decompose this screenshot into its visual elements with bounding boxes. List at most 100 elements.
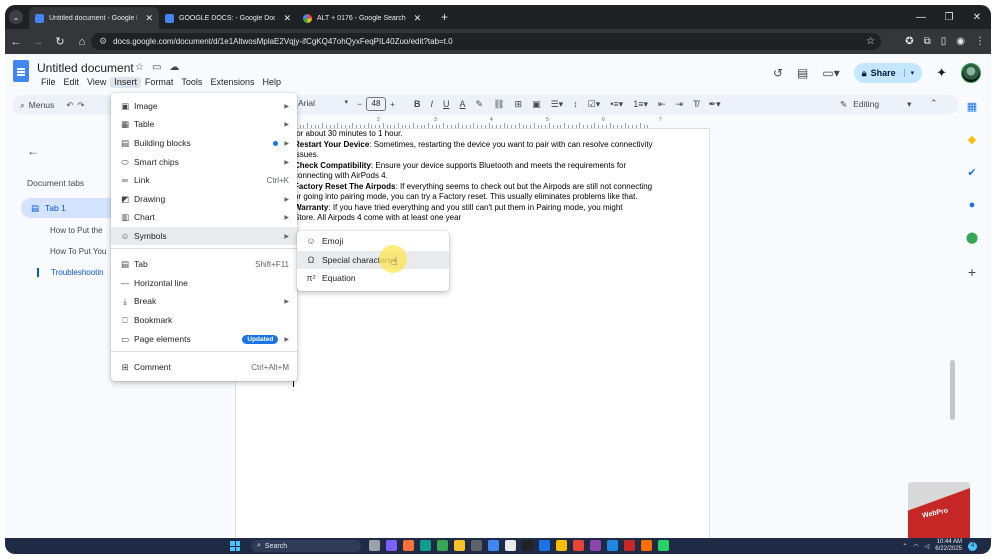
extension-icon[interactable]: ✪ bbox=[905, 36, 913, 47]
volume-icon[interactable]: ◁ bbox=[925, 543, 930, 550]
hide-menus-icon[interactable]: ⌃ bbox=[930, 98, 938, 109]
menu-format[interactable]: Format bbox=[141, 77, 178, 88]
menu-item-link[interactable]: ∞ Link Ctrl+K bbox=[111, 171, 297, 189]
underline-icon[interactable]: U bbox=[443, 99, 450, 110]
forward-icon[interactable]: → bbox=[27, 36, 49, 48]
gemini-icon[interactable]: ✦ bbox=[936, 65, 947, 81]
calendar-icon[interactable]: ▦ bbox=[967, 100, 977, 113]
menu-insert[interactable]: Insert bbox=[110, 77, 141, 88]
document-body[interactable]: for about 30 minutes to 1 hour. Restart … bbox=[294, 129, 659, 224]
document-title[interactable]: Untitled document bbox=[37, 61, 134, 75]
share-dropdown-icon[interactable]: ▾ bbox=[903, 69, 914, 77]
home-icon[interactable]: ⌂ bbox=[71, 36, 93, 48]
decrease-font-size-icon[interactable]: − bbox=[357, 99, 362, 109]
menu-file[interactable]: File bbox=[37, 77, 60, 88]
app-icon[interactable] bbox=[624, 540, 635, 551]
version-history-icon[interactable]: ↺ bbox=[773, 66, 783, 80]
decrease-indent-icon[interactable]: ⇤ bbox=[658, 99, 666, 110]
app-icon[interactable] bbox=[556, 540, 567, 551]
app-icon[interactable] bbox=[573, 540, 584, 551]
increase-font-size-icon[interactable]: + bbox=[390, 99, 395, 109]
menu-item-chart[interactable]: ▥ Chart ▶ bbox=[111, 208, 297, 226]
clear-formatting-icon[interactable]: T̸ bbox=[693, 99, 699, 110]
browser-tab[interactable]: Untitled document - Google Docs ✕ bbox=[29, 7, 159, 29]
menu-view[interactable]: View bbox=[83, 77, 110, 88]
firefox-icon[interactable] bbox=[403, 540, 414, 551]
copilot-icon[interactable] bbox=[386, 540, 397, 551]
line-spacing-icon[interactable]: ↕ bbox=[573, 99, 578, 110]
pen-icon[interactable]: ✒▾ bbox=[709, 99, 721, 110]
insert-link-icon[interactable]: ⛓ bbox=[493, 99, 504, 110]
browser-tab[interactable]: GOOGLE DOCS: - Google Docs ✕ bbox=[159, 7, 297, 29]
app-icon[interactable] bbox=[471, 540, 482, 551]
contacts-icon[interactable]: ● bbox=[969, 199, 976, 211]
windows-start-icon[interactable] bbox=[230, 541, 240, 551]
minimize-icon[interactable]: — bbox=[907, 12, 935, 23]
bookmark-star-icon[interactable]: ☆ bbox=[866, 36, 875, 47]
menu-tools[interactable]: Tools bbox=[177, 77, 206, 88]
task-view-icon[interactable] bbox=[369, 540, 380, 551]
app-icon[interactable] bbox=[590, 540, 601, 551]
close-window-icon[interactable]: ✕ bbox=[963, 12, 991, 23]
text-color-icon[interactable]: A bbox=[460, 99, 466, 110]
menu-item-comment[interactable]: ⊞ Comment Ctrl+Alt+M bbox=[111, 358, 297, 376]
share-button[interactable]: 🔒︎ Share ▾ bbox=[853, 63, 923, 83]
menu-item-horizontal-line[interactable]: — Horizontal line bbox=[111, 274, 297, 292]
scrollbar[interactable] bbox=[950, 360, 955, 420]
outline-item[interactable]: How to Put the bbox=[50, 226, 112, 235]
add-icon[interactable]: + bbox=[968, 264, 976, 280]
browser-menu-icon[interactable]: ⋮ bbox=[975, 36, 985, 47]
menu-item-smart-chips[interactable]: ⬭ Smart chips ▶ bbox=[111, 153, 297, 171]
document-page[interactable]: for about 30 minutes to 1 hour. Restart … bbox=[235, 129, 710, 539]
undo-icon[interactable]: ↶ bbox=[66, 100, 73, 111]
maps-icon[interactable]: ⬤ bbox=[966, 231, 978, 244]
menu-item-symbols[interactable]: ☺ Symbols ▶ bbox=[111, 227, 297, 245]
file-explorer-icon[interactable] bbox=[454, 540, 465, 551]
clock[interactable]: 10:44 AM 6/22/2025 bbox=[935, 539, 962, 553]
sidebar-icon[interactable]: ▯ bbox=[941, 36, 947, 47]
browser-tab[interactable]: ALT + 0176 - Google Search ✕ bbox=[297, 7, 435, 29]
avatar[interactable] bbox=[961, 63, 981, 83]
menu-item-table[interactable]: ▦ Table ▶ bbox=[111, 115, 297, 133]
show-hidden-icons-icon[interactable]: ⌃ bbox=[902, 543, 907, 550]
align-icon[interactable]: ☰▾ bbox=[551, 99, 564, 110]
whatsapp-icon[interactable] bbox=[658, 540, 669, 551]
menu-item-break[interactable]: ⤓ Break ▶ bbox=[111, 292, 297, 310]
site-info-icon[interactable]: ⚙ bbox=[99, 36, 107, 47]
insert-image-icon[interactable]: ▣ bbox=[532, 99, 541, 110]
increase-indent-icon[interactable]: ⇥ bbox=[676, 99, 684, 110]
tab-search-icon[interactable]: ⌄ bbox=[9, 10, 23, 24]
app-icon[interactable] bbox=[505, 540, 516, 551]
app-icon[interactable] bbox=[607, 540, 618, 551]
profile-icon[interactable]: ◉ bbox=[956, 36, 965, 47]
new-tab-icon[interactable]: + bbox=[441, 10, 448, 24]
menus-search[interactable]: ⌕ Menus ↶ ↷ bbox=[20, 100, 85, 111]
bold-icon[interactable]: B bbox=[414, 99, 421, 110]
notification-badge[interactable]: 4 bbox=[968, 541, 977, 551]
extensions-icon[interactable]: ⧉ bbox=[924, 36, 931, 47]
maximize-icon[interactable]: ❐ bbox=[935, 12, 963, 23]
close-tab-icon[interactable]: ✕ bbox=[414, 13, 422, 24]
menu-item-tab[interactable]: ▤ Tab Shift+F11 bbox=[111, 255, 297, 273]
move-folder-icon[interactable]: ▭ bbox=[152, 62, 161, 73]
close-tab-icon[interactable]: ✕ bbox=[283, 13, 291, 24]
menu-item-drawing[interactable]: ◩ Drawing ▶ bbox=[111, 190, 297, 208]
comments-icon[interactable]: ▤ bbox=[797, 66, 808, 80]
outline-item-active[interactable]: Troubleshootin bbox=[37, 268, 112, 277]
keep-icon[interactable]: ◆ bbox=[968, 133, 976, 146]
font-size-input[interactable]: 48 bbox=[365, 97, 386, 111]
font-select[interactable]: Arial bbox=[298, 98, 348, 108]
submenu-item-emoji[interactable]: ☺ Emoji bbox=[297, 232, 449, 250]
editing-mode-dropdown[interactable]: ✎ Editing ▾ bbox=[840, 99, 911, 110]
outline-item[interactable]: How To Put You bbox=[50, 247, 112, 256]
highlight-color-icon[interactable]: ✎ bbox=[476, 99, 484, 110]
chrome-icon[interactable] bbox=[437, 540, 448, 551]
taskbar-search[interactable]: ⌕ Search bbox=[251, 540, 361, 552]
tasks-icon[interactable]: ✔ bbox=[967, 166, 976, 179]
app-icon[interactable] bbox=[641, 540, 652, 551]
submenu-item-equation[interactable]: π² Equation bbox=[297, 269, 449, 287]
numbered-list-icon[interactable]: 1≡▾ bbox=[633, 99, 648, 110]
menu-extensions[interactable]: Extensions bbox=[206, 77, 258, 88]
checklist-icon[interactable]: ☑▾ bbox=[588, 99, 601, 110]
close-tab-icon[interactable]: ✕ bbox=[145, 13, 153, 24]
